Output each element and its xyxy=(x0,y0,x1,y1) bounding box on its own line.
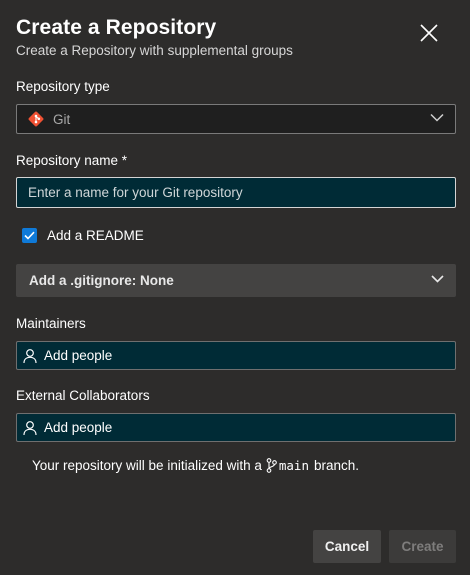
dialog-subtitle: Create a Repository with supplemental gr… xyxy=(16,43,293,58)
collaborators-people-picker[interactable]: Add people xyxy=(16,413,456,442)
close-button[interactable] xyxy=(414,18,444,48)
maintainers-placeholder: Add people xyxy=(44,348,113,363)
person-icon xyxy=(22,348,38,364)
branch-name: main xyxy=(278,458,309,473)
close-icon xyxy=(420,24,438,42)
add-readme-checkbox[interactable] xyxy=(22,228,37,243)
create-repository-dialog: Create a Repository Create a Repository … xyxy=(0,0,470,575)
chevron-down-icon xyxy=(430,113,444,122)
repository-type-value: Git xyxy=(53,111,71,127)
checkmark-icon xyxy=(24,231,35,240)
maintainers-people-picker[interactable]: Add people xyxy=(16,341,456,370)
branch-info-suffix: branch. xyxy=(313,458,360,473)
branch-info-prefix: Your repository will be initialized with… xyxy=(32,458,262,473)
repository-type-label: Repository type xyxy=(16,79,110,94)
git-icon xyxy=(28,111,44,127)
cancel-button[interactable]: Cancel xyxy=(313,530,381,563)
chevron-down-icon xyxy=(431,275,444,283)
dialog-title: Create a Repository xyxy=(16,16,217,39)
create-button[interactable]: Create xyxy=(389,530,456,563)
add-readme-checkbox-row[interactable]: Add a README xyxy=(22,228,144,243)
repository-name-label: Repository name * xyxy=(16,153,128,168)
branch-info-text: Your repository will be initialized with… xyxy=(32,458,359,473)
collaborators-placeholder: Add people xyxy=(44,420,113,435)
external-collaborators-label: External Collaborators xyxy=(16,388,150,403)
repository-type-dropdown[interactable]: Git xyxy=(16,104,456,134)
person-icon xyxy=(22,420,38,436)
gitignore-dropdown[interactable]: Add a .gitignore: None xyxy=(16,264,456,297)
gitignore-label: Add a .gitignore: None xyxy=(29,273,174,288)
branch-icon xyxy=(266,458,277,473)
repository-name-input[interactable] xyxy=(16,177,456,208)
maintainers-label: Maintainers xyxy=(16,316,86,331)
add-readme-label: Add a README xyxy=(47,228,144,243)
